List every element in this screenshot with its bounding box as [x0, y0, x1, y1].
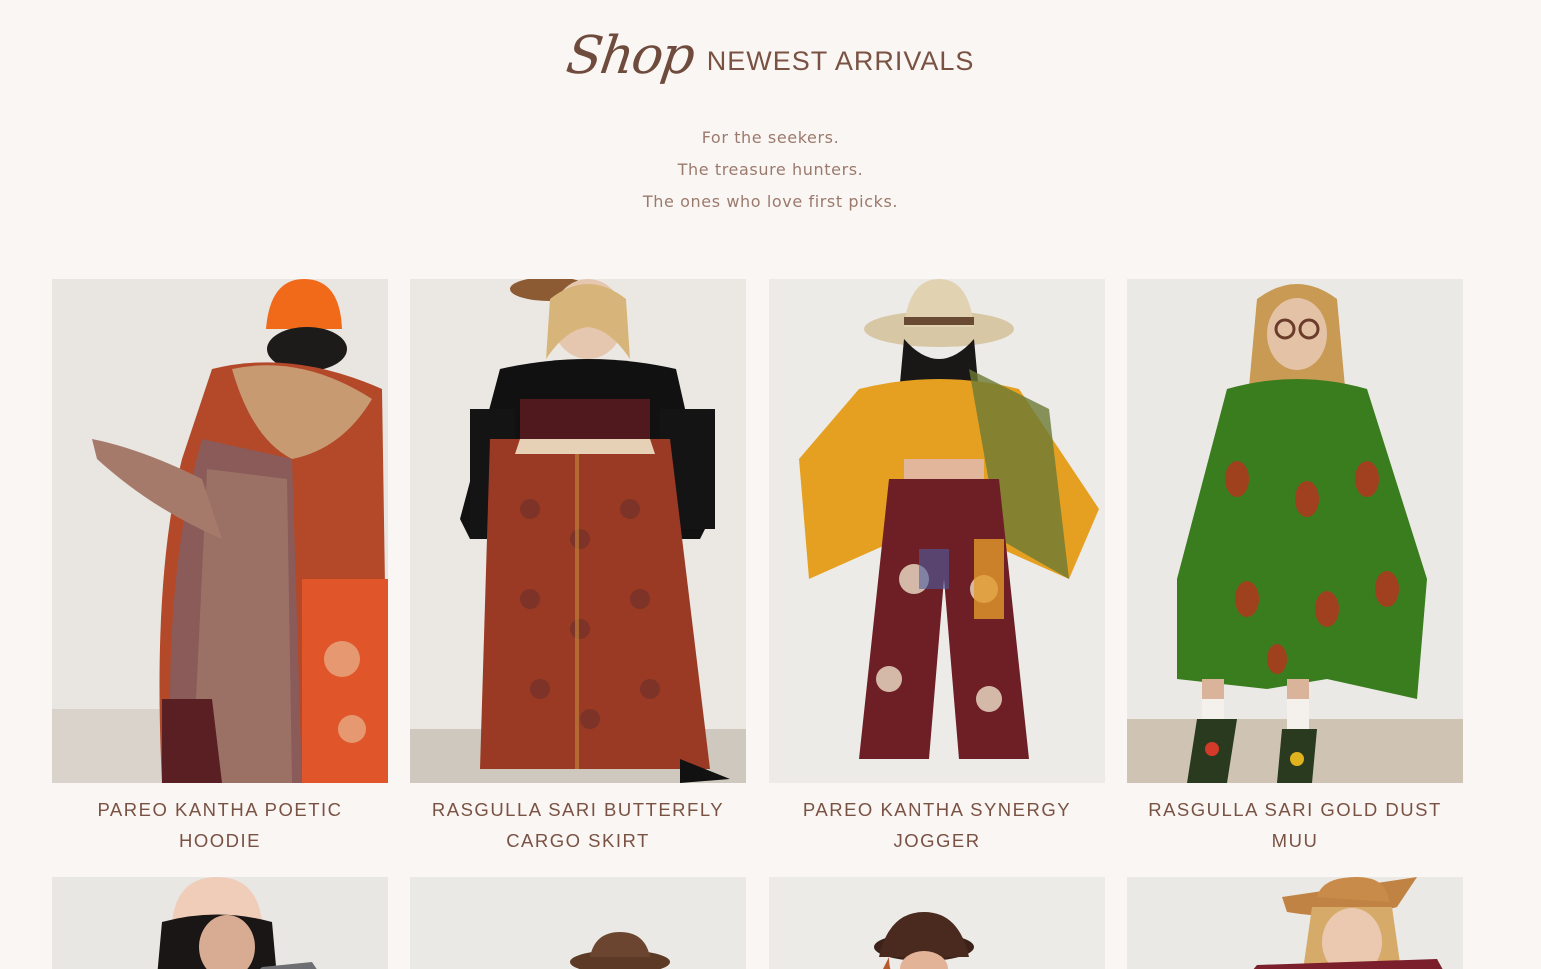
tagline-line-2: The treasure hunters. [677, 160, 864, 179]
product-title[interactable]: RASGULLA SARI BUTTERFLY CARGO SKIRT [410, 794, 746, 856]
product-image[interactable] [52, 877, 388, 969]
product-image[interactable] [410, 877, 746, 969]
product-card[interactable]: RASGULLA SARI BUTTERFLY CARGO SKIRT [410, 279, 746, 856]
product-image[interactable] [1127, 279, 1463, 783]
product-card[interactable] [769, 877, 1105, 969]
product-card[interactable] [52, 877, 388, 969]
product-image[interactable] [769, 279, 1105, 783]
product-image[interactable] [1127, 877, 1463, 969]
page-title: NEWEST ARRIVALS [706, 45, 975, 76]
section-heading: Shop NEWEST ARRIVALS [0, 26, 1541, 86]
tagline-line-1: For the seekers. [701, 128, 840, 147]
product-title[interactable]: PAREO KANTHA POETIC HOODIE [52, 794, 388, 856]
product-card[interactable] [410, 877, 746, 969]
product-image[interactable] [410, 279, 746, 783]
product-image[interactable] [769, 877, 1105, 969]
product-title[interactable]: PAREO KANTHA SYNERGY JOGGER [769, 794, 1105, 856]
tagline-line-3: The ones who love first picks. [642, 192, 899, 211]
product-card[interactable] [1127, 877, 1463, 969]
heading-script-word: Shop [562, 26, 697, 86]
product-title[interactable]: RASGULLA SARI GOLD DUST MUU [1127, 794, 1463, 856]
product-image[interactable] [52, 279, 388, 783]
page: Shop NEWEST ARRIVALS For the seekers. Th… [0, 0, 1541, 969]
product-card[interactable]: PAREO KANTHA SYNERGY JOGGER [769, 279, 1105, 856]
product-card[interactable]: RASGULLA SARI GOLD DUST MUU [1127, 279, 1463, 856]
product-card[interactable]: PAREO KANTHA POETIC HOODIE [52, 279, 388, 856]
